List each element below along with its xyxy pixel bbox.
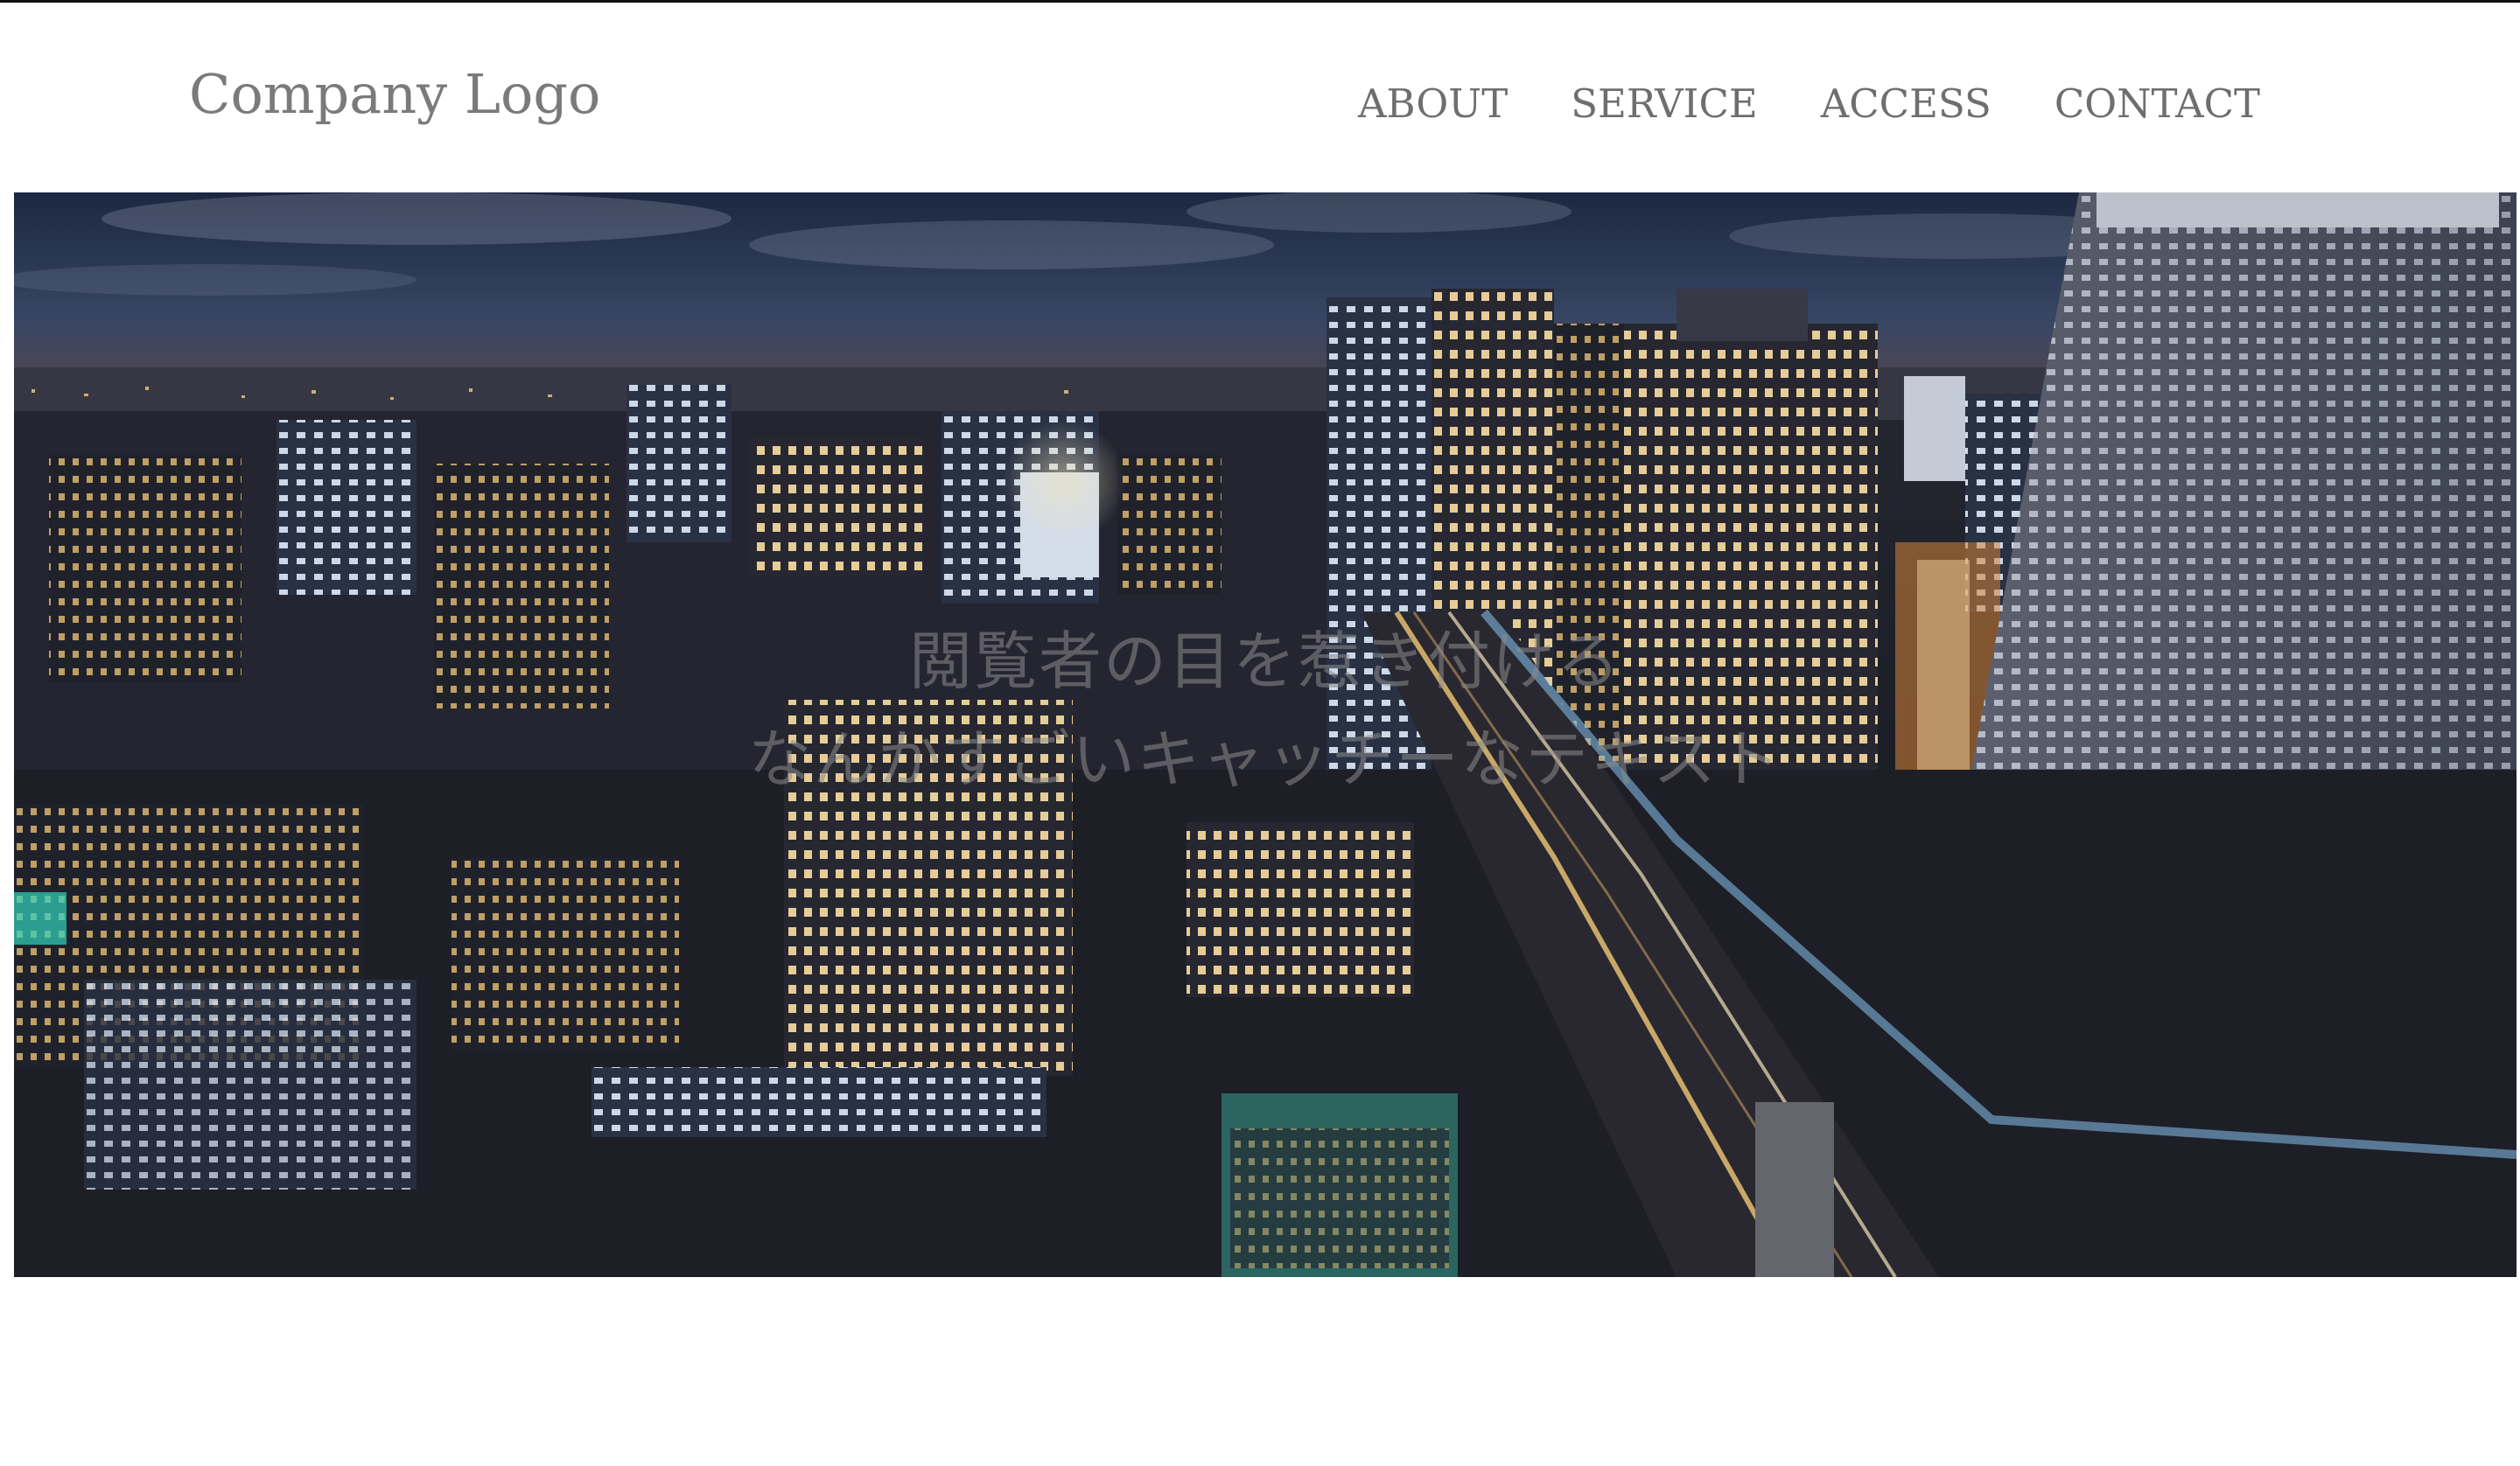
hero-catch-line-2: なんかすごいキャッチーなテキスト	[748, 723, 1782, 796]
top-border	[0, 0, 2520, 3]
main-nav: ABOUT SERVICE ACCESS CONTACT	[1358, 73, 2260, 135]
nav-item-access[interactable]: ACCESS	[1821, 73, 1992, 135]
hero-catch-copy: 閲覧者の目を惹き付ける なんかすごいキャッチーなテキスト	[14, 612, 2516, 808]
company-logo[interactable]: Company Logo	[189, 58, 600, 131]
nav-item-service[interactable]: SERVICE	[1571, 73, 1758, 135]
nav-item-about[interactable]: ABOUT	[1358, 73, 1508, 135]
hero-section: 閲覧者の目を惹き付ける なんかすごいキャッチーなテキスト	[14, 192, 2516, 1277]
nav-item-contact[interactable]: CONTACT	[2054, 73, 2260, 135]
hero-catch-line-1: 閲覧者の目を惹き付ける	[908, 625, 1621, 698]
